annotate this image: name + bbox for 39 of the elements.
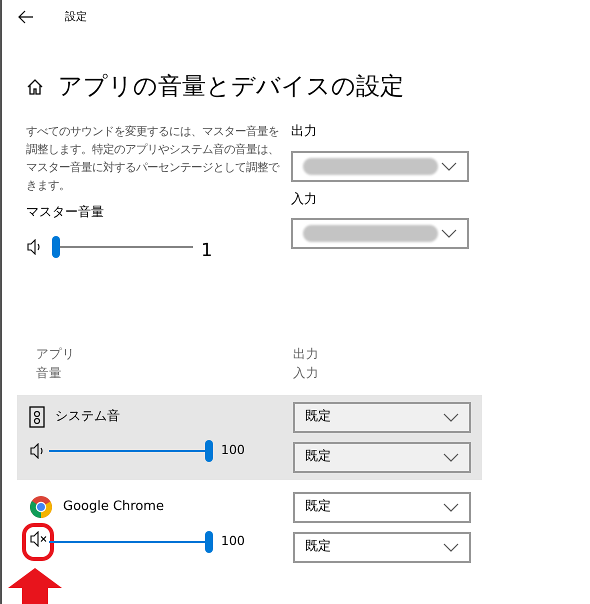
volume-reading: 100	[221, 532, 245, 550]
home-icon[interactable]	[26, 78, 44, 94]
column-header: 音量	[36, 364, 63, 382]
window-title: 設定	[65, 8, 87, 25]
chevron-down-icon	[443, 502, 459, 512]
page-title: アプリの音量とデバイスの設定	[58, 71, 404, 102]
device-dropdown[interactable]: 既定	[293, 492, 471, 522]
slider-thumb[interactable]	[52, 236, 60, 258]
column-header: アプリ	[36, 344, 76, 362]
device-dropdown[interactable]	[291, 150, 469, 182]
chevron-down-icon	[443, 452, 459, 462]
chevron-down-icon	[441, 229, 457, 238]
slider-thumb[interactable]	[205, 530, 213, 552]
app-name: Google Chrome	[63, 498, 164, 516]
app-row[interactable]: システム音 100 既定 既定	[17, 394, 482, 480]
description-text: すべてのサウンドを変更するには、マスター音量を調整します。特定のアプリやシステム音の音量は、マスター音量に対するパーセンテージとして調整できます。	[26, 123, 280, 194]
device-dropdown[interactable]: 既定	[293, 402, 471, 432]
master-volume-label: マスター音量	[26, 204, 105, 222]
volume-slider[interactable]	[53, 236, 193, 258]
speaker-muted-icon[interactable]	[29, 530, 47, 546]
device-dropdown[interactable]: 既定	[293, 442, 471, 472]
browser-logo-icon	[29, 494, 53, 518]
chevron-down-icon	[441, 162, 457, 170]
arrow-up-drawing	[8, 568, 62, 604]
column-header: 出力	[293, 344, 319, 362]
app-name: システム音	[55, 408, 120, 426]
column-header: 入力	[293, 364, 319, 382]
volume-reading: 1	[201, 238, 212, 262]
chevron-down-icon	[443, 412, 459, 422]
device-label: 出力	[291, 123, 318, 141]
speaker-box-icon	[29, 406, 45, 428]
device-dropdown[interactable]: 既定	[293, 532, 471, 562]
app-row[interactable]: Google Chrome 100 既定 既定	[17, 484, 482, 570]
device-label: 入力	[291, 190, 318, 208]
device-dropdown[interactable]	[291, 218, 469, 249]
volume-reading: 100	[221, 441, 245, 460]
back-icon[interactable]	[18, 10, 33, 24]
slider-thumb[interactable]	[205, 440, 213, 462]
chevron-down-icon	[443, 542, 459, 552]
